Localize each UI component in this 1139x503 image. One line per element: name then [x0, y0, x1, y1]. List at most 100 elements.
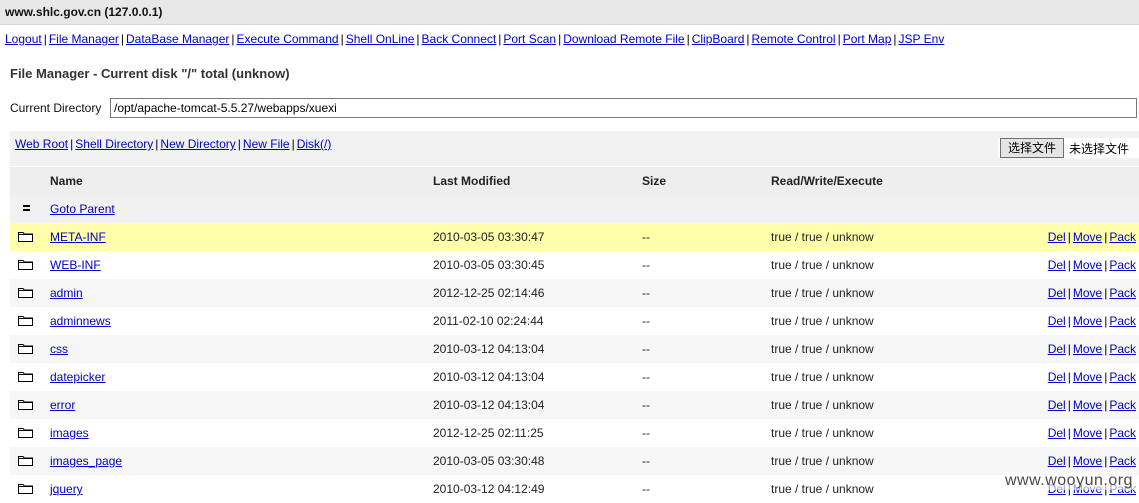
main-nav: Logout | File Manager | DataBase Manager | Exe… [0, 25, 1139, 52]
nav-separator: | [43, 32, 47, 46]
nav-port-scan[interactable]: Port Scan [503, 32, 556, 46]
move-link[interactable]: Move [1073, 370, 1102, 384]
nav-file-manager[interactable]: File Manager [49, 32, 119, 46]
del-link[interactable]: Del [1048, 454, 1066, 468]
last-modified: 2010-03-12 04:13:04 [433, 342, 545, 356]
file-table: Name Last Modified Size Read/Write/Execu… [10, 167, 1139, 503]
action-shell-directory[interactable]: Shell Directory [75, 137, 153, 151]
nav-jsp-env[interactable]: JSP Env [899, 32, 945, 46]
nav-remote-control[interactable]: Remote Control [752, 32, 836, 46]
file-name-link[interactable]: WEB-INF [50, 258, 101, 272]
row-actions: Del|Move|Pack [1048, 223, 1136, 251]
nav-database-manager[interactable]: DataBase Manager [126, 32, 229, 46]
pack-link[interactable]: Pack [1109, 398, 1136, 412]
window-title-bar: www.shlc.gov.cn (127.0.0.1) [0, 0, 1139, 25]
permissions: true / true / unknow [771, 258, 874, 272]
nav-execute-command[interactable]: Execute Command [237, 32, 339, 46]
nav-shell-online[interactable]: Shell OnLine [346, 32, 415, 46]
del-link[interactable]: Del [1048, 342, 1066, 356]
table-row: WEB-INF 2010-03-05 03:30:45 -- true / true … [10, 251, 1139, 279]
pack-link[interactable]: Pack [1109, 342, 1136, 356]
permissions: true / true / unknow [771, 370, 874, 384]
action-web-root[interactable]: Web Root [15, 137, 68, 151]
file-size: -- [642, 342, 650, 356]
pack-link[interactable]: Pack [1109, 314, 1136, 328]
pack-link[interactable]: Pack [1109, 370, 1136, 384]
nav-logout[interactable]: Logout [5, 32, 42, 46]
action-disk[interactable]: Disk(/) [297, 137, 332, 151]
file-name-link[interactable]: images_page [50, 454, 122, 468]
file-size: -- [642, 398, 650, 412]
window-title: www.shlc.gov.cn (127.0.0.1) [5, 5, 163, 19]
action-separator: | [291, 137, 295, 151]
move-link[interactable]: Move [1073, 342, 1102, 356]
header-last-modified[interactable]: Last Modified [433, 167, 510, 195]
action-new-directory[interactable]: New Directory [160, 137, 235, 151]
header-rwx[interactable]: Read/Write/Execute [771, 167, 883, 195]
header-name[interactable]: Name [50, 167, 83, 195]
nav-download-remote-file[interactable]: Download Remote File [563, 32, 684, 46]
del-link[interactable]: Del [1048, 314, 1066, 328]
file-name-cell: META-INF [50, 223, 106, 251]
permissions: true / true / unknow [771, 454, 874, 468]
move-link[interactable]: Move [1073, 230, 1102, 244]
file-name-link[interactable]: error [50, 398, 75, 412]
del-link[interactable]: Del [1048, 286, 1066, 300]
pack-link[interactable]: Pack [1109, 286, 1136, 300]
file-actions-links: Web Root | Shell Directory | New Directory | N… [15, 137, 331, 151]
del-link[interactable]: Del [1048, 398, 1066, 412]
file-name-link[interactable]: datepicker [50, 370, 105, 384]
nav-separator: | [416, 32, 420, 46]
pack-link[interactable]: Pack [1109, 258, 1136, 272]
file-name-link[interactable]: images [50, 426, 89, 440]
file-actions-bar: Web Root | Shell Directory | New Directory | N… [10, 131, 1139, 166]
del-link[interactable]: Del [1048, 426, 1066, 440]
file-name-link[interactable]: META-INF [50, 230, 106, 244]
move-link[interactable]: Move [1073, 286, 1102, 300]
ops-separator: | [1067, 426, 1071, 440]
choose-file-button[interactable]: 选择文件 [1000, 138, 1064, 158]
nav-separator: | [120, 32, 124, 46]
file-size: -- [642, 426, 650, 440]
permissions: true / true / unknow [771, 314, 874, 328]
move-link[interactable]: Move [1073, 454, 1102, 468]
table-row: images_page 2010-03-05 03:30:48 -- true / t… [10, 447, 1139, 475]
header-size[interactable]: Size [642, 167, 666, 195]
ops-separator: | [1067, 230, 1071, 244]
last-modified: 2011-02-10 02:24:44 [433, 314, 544, 328]
del-link[interactable]: Del [1048, 230, 1066, 244]
move-link[interactable]: Move [1073, 314, 1102, 328]
goto-parent-link[interactable]: Goto Parent [50, 202, 115, 216]
move-link[interactable]: Move [1073, 426, 1102, 440]
file-name-cell: datepicker [50, 363, 105, 391]
table-row: admin 2012-12-25 02:14:46 -- true / true / … [10, 279, 1139, 307]
file-name-cell: css [50, 335, 68, 363]
file-name-cell: jquery [50, 475, 83, 503]
move-link[interactable]: Move [1073, 398, 1102, 412]
nav-clipboard[interactable]: ClipBoard [692, 32, 745, 46]
del-link[interactable]: Del [1048, 370, 1066, 384]
pack-link[interactable]: Pack [1109, 454, 1136, 468]
nav-back-connect[interactable]: Back Connect [422, 32, 497, 46]
row-actions: Del|Move|Pack [1048, 391, 1136, 419]
file-name-link[interactable]: admin [50, 286, 83, 300]
file-size: -- [642, 230, 650, 244]
row-actions: Del|Move|Pack [1048, 335, 1136, 363]
table-header-row: Name Last Modified Size Read/Write/Execu… [10, 167, 1139, 195]
row-actions: Del|Move|Pack [1048, 251, 1136, 279]
file-size: -- [642, 286, 650, 300]
pack-link[interactable]: Pack [1109, 426, 1136, 440]
file-name-link[interactable]: adminnews [50, 314, 111, 328]
permissions: true / true / unknow [771, 286, 874, 300]
pack-link[interactable]: Pack [1109, 230, 1136, 244]
file-name-link[interactable]: css [50, 342, 68, 356]
action-new-file[interactable]: New File [243, 137, 290, 151]
del-link[interactable]: Del [1048, 258, 1066, 272]
watermark: www.wooyun.org [1003, 472, 1135, 490]
move-link[interactable]: Move [1073, 258, 1102, 272]
last-modified: 2012-12-25 02:11:25 [433, 426, 544, 440]
current-directory-input[interactable] [110, 98, 1137, 118]
nav-port-map[interactable]: Port Map [843, 32, 892, 46]
last-modified: 2010-03-05 03:30:47 [433, 230, 545, 244]
file-size: -- [642, 482, 650, 496]
